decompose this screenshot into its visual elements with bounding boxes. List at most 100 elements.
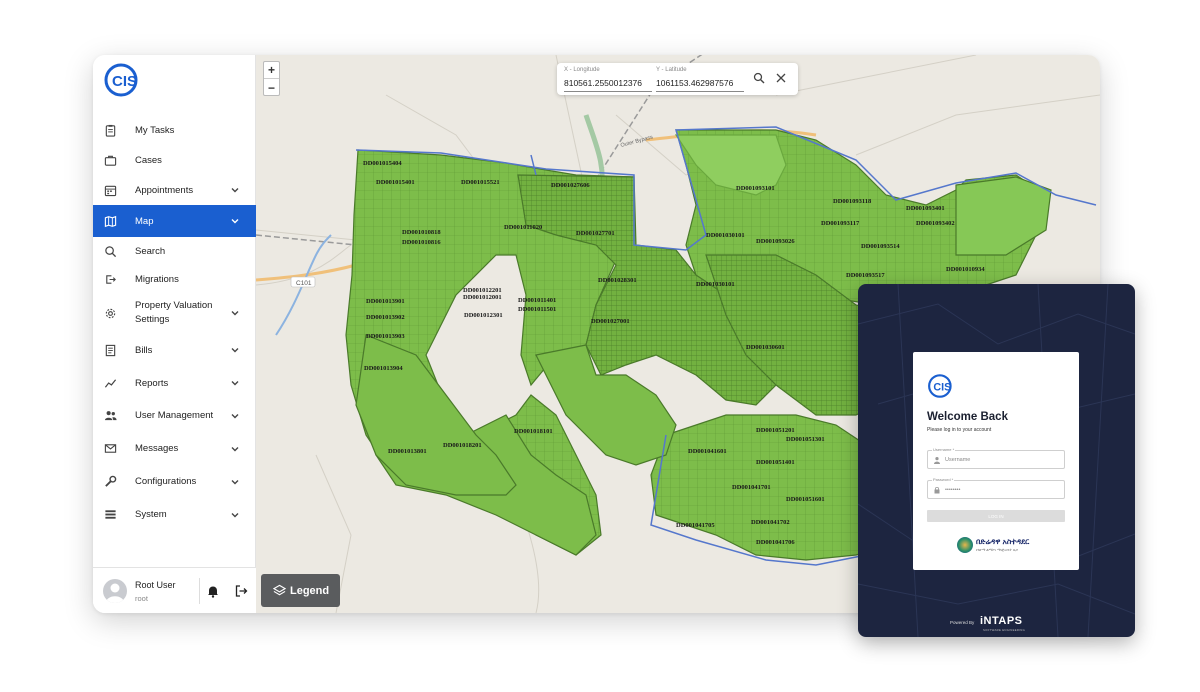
username-field[interactable]: Username * Username [927,447,1065,469]
login-button[interactable]: LOG IN [927,510,1065,522]
sidebar-item-reports[interactable]: Reports [93,367,256,399]
parcel-label: DD001041601 [688,448,727,455]
legend-button[interactable]: Legend [261,574,340,607]
bell-icon[interactable] [206,584,220,598]
divider [656,91,744,92]
brand-text: በድሬዳዋ አስተዳደር [976,537,1030,546]
mail-icon [103,442,117,456]
parcel-label: DD001018101 [514,428,553,435]
chart-line-icon [103,376,117,390]
chevron-down-icon [231,381,239,386]
user-bar: Root User root [93,567,256,613]
x-longitude-input[interactable]: 810561.2550012376 [564,78,642,88]
parcel-label: DD001015521 [461,179,500,186]
map-icon [103,214,117,228]
search-icon [103,244,117,258]
close-icon[interactable] [776,73,786,83]
divider [564,91,652,92]
powered-by-label: Powered By [950,620,975,625]
sidebar-item-label: Migrations [135,273,179,285]
chevron-down-icon [231,219,239,224]
parcel-label: DD001015404 [363,160,402,167]
legend-label: Legend [290,584,330,597]
sidebar-item-cases[interactable]: Cases [93,145,256,175]
sidebar-item-my-tasks[interactable]: My Tasks [93,115,256,145]
calendar-icon [103,183,117,197]
wrench-icon [103,475,117,489]
svg-text:CIS: CIS [112,73,137,90]
brand-subtext: የከተማ ልማትና ማኔጅመንት ቢሮ [976,548,1018,552]
sidebar-nav: My Tasks Cases Appointments Map Search M… [93,115,256,531]
sidebar-item-label: Map [135,215,154,227]
logout-icon[interactable] [234,584,248,598]
chevron-down-icon [231,446,239,451]
parcel-label: DD001093517 [846,272,885,279]
sidebar-item-map[interactable]: Map [93,205,256,237]
avatar[interactable] [103,579,127,603]
sidebar-item-system[interactable]: System [93,498,256,531]
parcel-label: DD001013901 [366,298,405,305]
parcel-label: DD001027701 [576,230,615,237]
y-latitude-input[interactable]: 1061153.462987576 [656,78,733,88]
sidebar-item-bills[interactable]: Bills [93,333,256,367]
coordinate-search: X - Longitude 810561.2550012376 Y - Lati… [557,63,798,95]
y-latitude-label: Y - Latitude [656,67,687,73]
sidebar-item-search[interactable]: Search [93,237,256,265]
parcel-label: DD001030101 [706,232,745,239]
parcel-label: DD001010818 [402,229,441,236]
layers-icon [273,584,286,596]
chevron-down-icon [231,348,239,353]
parcel-label: DD001093101 [736,185,775,192]
sidebar-item-label: Property Valuation Settings [135,300,213,325]
sidebar-item-appointments[interactable]: Appointments [93,175,256,205]
chevron-down-icon [231,479,239,484]
search-icon[interactable] [753,72,765,84]
parcel-label: DD001013903 [366,333,405,340]
zoom-in-button[interactable]: + [264,62,279,79]
sidebar-item-label: Bills [135,344,153,356]
sidebar-item-label: Configurations [135,476,197,487]
sidebar-item-label: Messages [135,443,179,454]
sidebar-item-migrations[interactable]: Migrations [93,265,256,293]
parcel-label: DD001041705 [676,522,715,529]
bill-icon [103,343,117,357]
user-role: root [135,594,148,603]
parcel-east-band [955,176,1052,256]
zoom-out-button[interactable]: − [264,79,279,96]
parcel-label: DD001093026 [756,238,795,245]
road-label-c101: C101 [290,276,316,288]
sidebar: CIS My Tasks Cases Appointments Map Sear… [93,55,256,613]
parcel-label: DD001018201 [443,442,482,449]
migrations-icon [103,272,117,286]
list-icon [103,508,117,522]
sidebar-item-configurations[interactable]: Configurations [93,465,256,498]
login-subtitle: Please log in to your account [927,427,992,433]
chevron-down-icon [231,188,239,193]
username-label: Username * [932,447,956,452]
sidebar-item-property-valuation-settings[interactable]: Property Valuation Settings [93,293,256,333]
parcel-label: DD001027606 [551,182,590,189]
parcel-label: DD001093401 [906,205,945,212]
city-seal-icon [957,537,973,553]
company-subtitle: SOFTWARE ENGINEERING [983,628,1026,632]
users-icon [103,409,117,423]
parcel-label: DD001051401 [756,459,795,466]
divider [199,578,200,604]
sidebar-item-label: Search [135,245,166,257]
company-logo: iNTAPS [980,615,1023,627]
parcel-label: DD001010934 [946,266,985,273]
parcel-label: DD001093514 [861,243,900,250]
sidebar-item-messages[interactable]: Messages [93,432,256,465]
password-label: Password * [932,477,955,482]
chevron-down-icon [231,311,239,316]
parcel-label: DD001041706 [756,539,795,546]
password-placeholder: •••••••• [945,487,961,493]
x-longitude-label: X - Longitude [564,67,600,73]
password-field[interactable]: Password * •••••••• [927,477,1065,499]
sidebar-item-label: Cases [135,154,162,166]
sidebar-item-user-management[interactable]: User Management [93,399,256,432]
parcel-label: DD001028301 [598,277,637,284]
cis-logo[interactable]: CIS [103,61,145,99]
road-label-outer-bypass: Outer Bypass [620,134,654,148]
parcel-label: DD001013801 [388,448,427,455]
